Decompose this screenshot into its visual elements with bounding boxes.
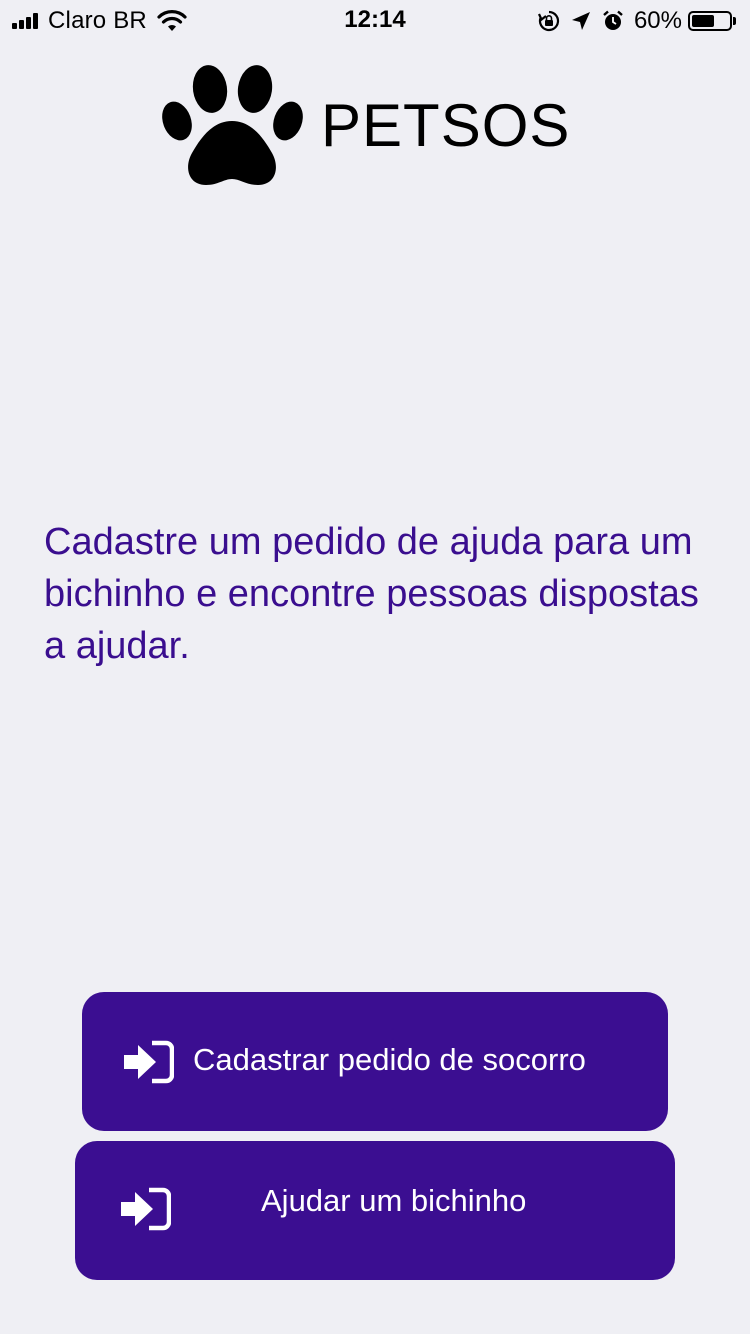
battery-tip (733, 17, 736, 25)
status-bar-right: 60% (537, 7, 736, 35)
rotation-lock-icon (537, 10, 560, 32)
sign-in-icon (124, 1040, 174, 1084)
register-request-button[interactable]: Cadastrar pedido de socorro (82, 992, 668, 1131)
location-icon (571, 12, 590, 30)
battery-level (692, 15, 714, 27)
help-pet-button[interactable]: Ajudar um bichinho (75, 1141, 675, 1280)
alarm-icon (603, 10, 623, 30)
paw-icon (162, 65, 303, 185)
register-request-label: Cadastrar pedido de socorro (193, 1042, 586, 1077)
intro-description: Cadastre um pedido de ajuda para um bich… (44, 521, 699, 667)
app-header: PETSOS (160, 60, 570, 190)
app-title: PETSOS (321, 91, 571, 159)
battery-percent: 60% (633, 7, 682, 34)
battery-icon (688, 11, 732, 31)
status-bar: Claro BR 12:14 60% (0, 0, 750, 40)
sign-in-icon (121, 1187, 171, 1231)
help-pet-label: Ajudar um bichinho (261, 1183, 527, 1218)
